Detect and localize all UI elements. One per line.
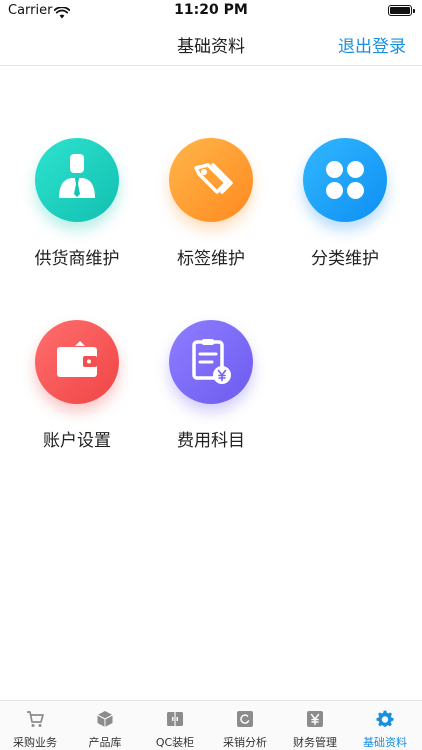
tab-qc-loading[interactable]: QC装柜 bbox=[140, 701, 210, 750]
tab-label: 财务管理 bbox=[293, 736, 337, 749]
supplier-person-icon bbox=[35, 138, 119, 222]
wallet-icon bbox=[35, 320, 119, 404]
status-bar: Carrier 11:20 PM bbox=[0, 0, 422, 22]
menu-item-label: 分类维护 bbox=[311, 249, 379, 269]
gear-icon bbox=[376, 710, 394, 728]
menu-item-label: 标签维护 bbox=[177, 249, 245, 269]
tab-label: 采销分析 bbox=[223, 736, 267, 749]
menu-item-account[interactable]: 账户设置 bbox=[7, 320, 147, 451]
container-icon bbox=[166, 710, 184, 728]
menu-item-label: 账户设置 bbox=[43, 431, 111, 451]
cart-icon bbox=[26, 710, 44, 728]
tab-label: 采购业务 bbox=[13, 736, 57, 749]
menu-item-tag[interactable]: 标签维护 bbox=[141, 138, 281, 269]
tab-label: QC装柜 bbox=[155, 736, 195, 749]
tab-product-library[interactable]: 产品库 bbox=[70, 701, 140, 750]
menu-item-expense[interactable]: 费用科目 bbox=[141, 320, 281, 451]
tab-sales-analysis[interactable]: 采销分析 bbox=[210, 701, 280, 750]
menu-item-label: 费用科目 bbox=[177, 431, 245, 451]
tab-finance[interactable]: 财务管理 bbox=[280, 701, 350, 750]
yen-icon bbox=[306, 710, 324, 728]
status-time: 11:20 PM bbox=[174, 2, 248, 18]
expense-clipboard-icon bbox=[169, 320, 253, 404]
tab-label: 基础资料 bbox=[363, 736, 407, 749]
logout-button[interactable]: 退出登录 bbox=[338, 32, 406, 57]
analysis-icon bbox=[236, 710, 254, 728]
tab-label: 产品库 bbox=[88, 736, 122, 749]
battery-icon bbox=[388, 5, 415, 16]
clover-category-icon bbox=[303, 138, 387, 222]
menu-item-supplier[interactable]: 供货商维护 bbox=[7, 138, 147, 269]
menu-item-category[interactable]: 分类维护 bbox=[275, 138, 415, 269]
tab-bar: 采购业务 产品库 QC装柜 采销分析 财务管理 基础资料 bbox=[0, 700, 422, 750]
cube-icon bbox=[96, 710, 114, 728]
navigation-bar: 基础资料 退出登录 bbox=[0, 22, 422, 66]
tab-purchase[interactable]: 采购业务 bbox=[0, 701, 70, 750]
tag-icon bbox=[169, 138, 253, 222]
menu-item-label: 供货商维护 bbox=[34, 249, 120, 269]
tab-basic-data[interactable]: 基础资料 bbox=[350, 701, 420, 750]
